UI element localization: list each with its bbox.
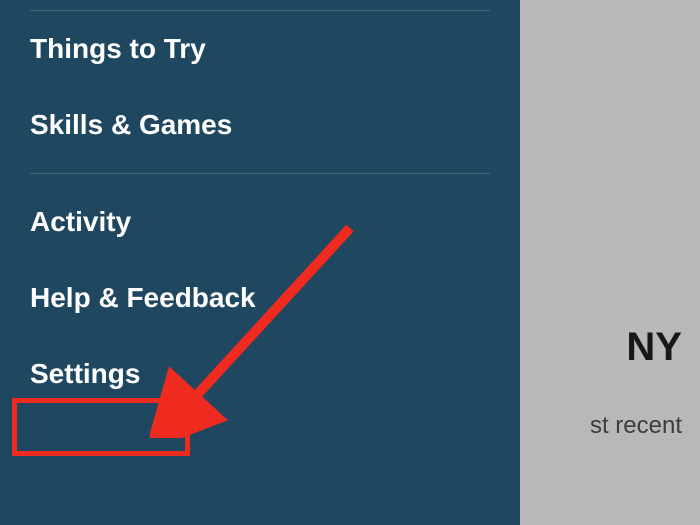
sidebar-item-things-to-try[interactable]: Things to Try [0, 11, 520, 87]
sidebar-item-help-feedback[interactable]: Help & Feedback [0, 260, 520, 336]
sidebar-item-settings[interactable]: Settings [0, 336, 520, 412]
sidebar-item-label: Things to Try [30, 33, 206, 64]
sidebar-item-label: Settings [30, 358, 140, 389]
sidebar-item-skills-games[interactable]: Skills & Games [0, 87, 520, 163]
sidebar-item-label: Skills & Games [30, 109, 232, 140]
dim-overlay [520, 0, 700, 525]
divider [30, 173, 490, 174]
sidebar-menu: Things to Try Skills & Games Activity He… [0, 0, 520, 525]
sidebar-item-activity[interactable]: Activity [0, 184, 520, 260]
sidebar-item-label: Help & Feedback [30, 282, 256, 313]
sidebar-item-label: Activity [30, 206, 131, 237]
